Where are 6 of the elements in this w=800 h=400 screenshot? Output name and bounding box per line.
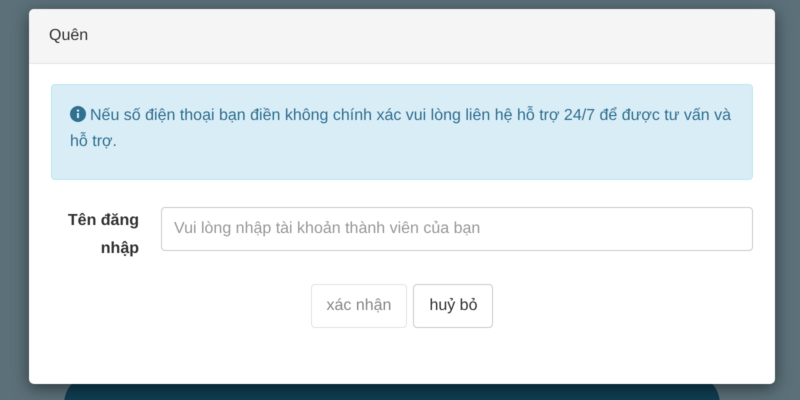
cancel-button[interactable]: huỷ bỏ <box>413 284 494 328</box>
info-icon <box>70 106 86 122</box>
alert-text: Nếu số điện thoại bạn điền không chính xác vui lòng liên hệ hỗ trợ 24/7 để được tư vấn và hỗ trợ. <box>70 105 732 152</box>
username-field[interactable]: Vui lòng nhập tài khoản thành viên của bạn <box>161 207 753 251</box>
dialog-title: Quên <box>49 26 88 46</box>
username-label: Tên đăng nhập <box>66 211 140 259</box>
